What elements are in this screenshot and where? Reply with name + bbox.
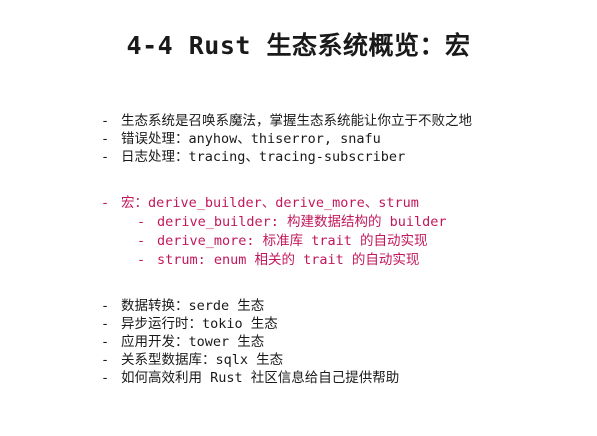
bullet-item: - 应用开发：tower 生态: [101, 333, 264, 351]
sub-bullet-item: - derive_more: 标准库 trait 的自动实现: [137, 232, 428, 250]
bullet-dash: -: [101, 195, 110, 211]
bullet-item: - 如何高效利用 Rust 社区信息给自己提供帮助: [101, 369, 399, 387]
bullet-text: 应用开发：tower 生态: [121, 334, 265, 350]
bullet-dash: -: [101, 149, 110, 165]
bullet-dash: -: [101, 316, 110, 332]
bullet-item: - 生态系统是召唤系魔法，掌握生态系统能让你立于不败之地: [101, 112, 472, 130]
bullet-item: - 数据转换：serde 生态: [101, 297, 264, 315]
bullet-item: - 关系型数据库：sqlx 生态: [101, 351, 283, 369]
bullet-dash: -: [137, 233, 146, 249]
bullet-item-macro: - 宏：derive_builder、derive_more、strum: [101, 194, 419, 212]
bullet-item: - 异步运行时：tokio 生态: [101, 315, 278, 333]
sub-bullet-item: - derive_builder: 构建数据结构的 builder: [137, 213, 447, 231]
bullet-dash: -: [101, 370, 110, 386]
bullet-dash: -: [101, 113, 110, 129]
bullet-text: 日志处理：tracing、tracing-subscriber: [121, 149, 406, 165]
bullet-text: 如何高效利用 Rust 社区信息给自己提供帮助: [121, 370, 400, 386]
bullet-text: 生态系统是召唤系魔法，掌握生态系统能让你立于不败之地: [121, 113, 472, 129]
bullet-text: strum: enum 相关的 trait 的自动实现: [157, 252, 420, 268]
bullet-dash: -: [101, 352, 110, 368]
bullet-item: - 日志处理：tracing、tracing-subscriber: [101, 148, 405, 166]
bullet-dash: -: [137, 252, 146, 268]
bullet-item: - 错误处理：anyhow、thiserror, snafu: [101, 130, 381, 148]
bullet-dash: -: [101, 298, 110, 314]
bullet-dash: -: [101, 131, 110, 147]
bullet-text: derive_more: 标准库 trait 的自动实现: [157, 233, 428, 249]
sub-bullet-item: - strum: enum 相关的 trait 的自动实现: [137, 251, 419, 269]
bullet-list: - 生态系统是召唤系魔法，掌握生态系统能让你立于不败之地 - 错误处理：anyhow…: [0, 0, 597, 436]
bullet-text: 数据转换：serde 生态: [121, 298, 265, 314]
bullet-text: 异步运行时：tokio 生态: [121, 316, 278, 332]
bullet-dash: -: [101, 334, 110, 350]
bullet-text: 错误处理：anyhow、thiserror, snafu: [121, 131, 381, 147]
bullet-dash: -: [137, 214, 146, 230]
bullet-text: 宏：derive_builder、derive_more、strum: [121, 195, 419, 211]
bullet-text: derive_builder: 构建数据结构的 builder: [157, 214, 447, 230]
bullet-text: 关系型数据库：sqlx 生态: [121, 352, 284, 368]
